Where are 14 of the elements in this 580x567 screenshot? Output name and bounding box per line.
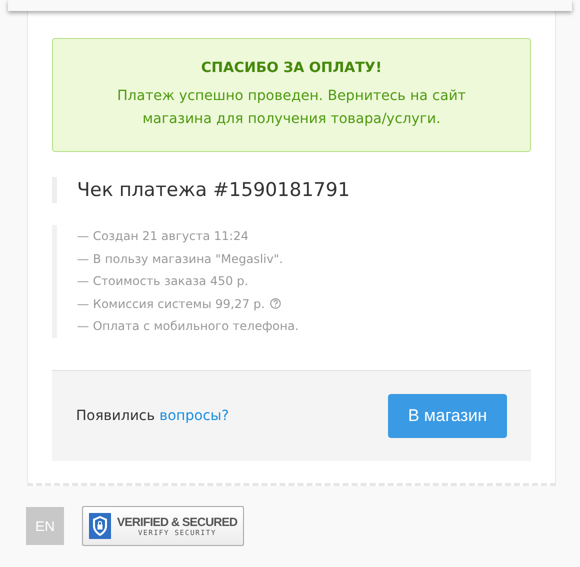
- help-icon[interactable]: [270, 298, 281, 310]
- detail-text: — Стоимость заказа 450 р.: [77, 273, 248, 290]
- detail-text: — Создан 21 августа 11:24: [77, 228, 248, 245]
- receipt-title: Чек платежа #1590181791: [52, 177, 531, 203]
- alert-title: СПАСИБО ЗА ОПЛАТУ!: [200, 60, 383, 76]
- alert-message: Платеж успешно проведен. Вернитесь на сайт магазина для получения товара/услуги.: [116, 87, 467, 129]
- detail-text: — В пользу магазина "Megasliv".: [77, 250, 283, 268]
- question-text: Появились: [76, 408, 155, 424]
- shop-button[interactable]: В магазин: [388, 394, 507, 438]
- detail-text: — Комиссия системы 99,27 р.: [77, 296, 265, 312]
- badge-title: VERIFIED & SECURED: [117, 514, 238, 528]
- detail-text: — Оплата с мобильного телефона.: [77, 318, 299, 335]
- questions-link[interactable]: вопросы?: [159, 408, 229, 424]
- shield-lock-icon: [89, 512, 111, 538]
